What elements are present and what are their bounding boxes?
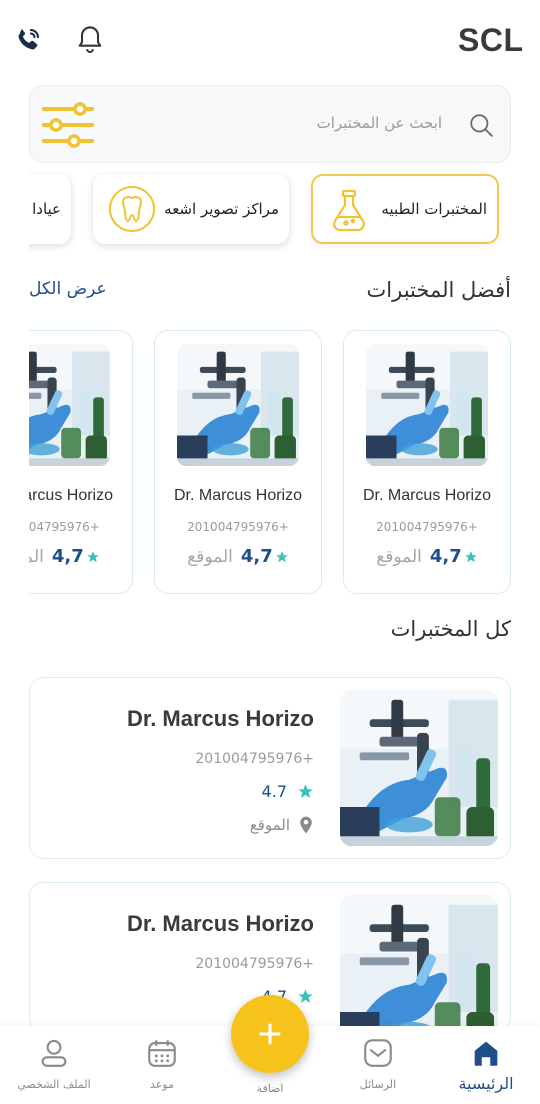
nav-label: الرئيسية <box>458 1074 514 1093</box>
rating-value: 4,7 <box>240 546 273 567</box>
lab-name: Dr. Marcus Horizo <box>126 706 314 731</box>
home-icon <box>474 1041 498 1066</box>
phone-icon[interactable] <box>12 22 44 58</box>
search-icon <box>468 112 494 138</box>
calendar-icon <box>148 1040 176 1067</box>
category-medical-labs[interactable]: المختبرات الطبيه <box>311 174 499 244</box>
lab-name: Dr. Marcus Horizo <box>29 487 114 504</box>
category-label: عيادا <box>32 200 61 218</box>
tooth-icon <box>108 185 156 233</box>
lab-location: الموقع <box>29 546 44 567</box>
user-icon <box>41 1039 67 1067</box>
lab-name: Dr. Marcus Horizo <box>362 487 492 504</box>
lab-name: Dr. Marcus Horizo <box>173 487 303 504</box>
top-labs-carousel[interactable]: Dr. Marcus Horizo 201004795976+ 4,7 المو… <box>29 330 511 596</box>
star-icon <box>86 550 99 562</box>
lab-phone: 201004795976+ <box>187 520 289 534</box>
nav-label: موعد <box>150 1078 174 1091</box>
category-label: المختبرات الطبيه <box>381 200 487 218</box>
nav-home[interactable]: الرئيسية <box>436 1036 536 1093</box>
lab-image <box>177 344 299 466</box>
lab-card[interactable]: Dr. Marcus Horizo 201004795976+ 4,7 المو… <box>343 330 511 594</box>
lab-rating: 4,7 <box>52 546 100 567</box>
lab-image <box>340 895 498 1032</box>
location-pin-icon <box>300 816 312 834</box>
lab-rating: 4,7 <box>430 546 478 567</box>
lab-card[interactable]: Dr. Marcus Horizo 201004795976+ 4,7 المو… <box>154 330 322 594</box>
add-button[interactable] <box>231 995 309 1073</box>
lab-card[interactable]: Dr. Marcus Horizo 201004795976+ 4,7 المو… <box>29 330 133 594</box>
nav-appointment[interactable]: موعد <box>112 1036 212 1091</box>
lab-image <box>340 690 498 846</box>
category-row: المختبرات الطبيه مراكز تصوير اشعه عيادا <box>29 172 511 252</box>
lab-phone: 201004795976+ <box>195 956 314 972</box>
app-title: SCL <box>458 22 524 58</box>
lab-location: الموقع <box>187 546 233 567</box>
plus-icon <box>259 1023 281 1045</box>
lab-location: الموقع <box>250 816 314 834</box>
lab-meta: 4,7 الموقع <box>344 546 510 567</box>
lab-phone: 201004795976+ <box>195 751 314 767</box>
lab-phone: 201004795976+ <box>29 520 100 534</box>
star-icon <box>298 989 313 1003</box>
nav-label: الملف الشخصي <box>17 1078 91 1091</box>
flask-icon <box>325 185 373 233</box>
filter-sliders-icon[interactable] <box>40 101 96 149</box>
section-title-top-labs: أفضل المختبرات <box>366 278 511 302</box>
nav-profile[interactable]: الملف الشخصي <box>4 1036 104 1091</box>
location-label: الموقع <box>249 816 290 834</box>
bell-icon[interactable] <box>74 22 106 58</box>
lab-meta: 4,7 الموقع <box>29 546 132 567</box>
rating-value: 4,7 <box>51 546 84 567</box>
lab-rating: 4.7 <box>262 782 314 801</box>
see-all-link[interactable]: عرض الكل <box>29 279 107 299</box>
lab-name: Dr. Marcus Horizo <box>126 911 314 936</box>
lab-location: الموقع <box>376 546 422 567</box>
category-clinics[interactable]: عيادا <box>29 174 71 244</box>
category-radiology-centers[interactable]: مراكز تصوير اشعه <box>93 174 289 244</box>
nav-label: الرسائل <box>359 1078 397 1091</box>
list-item[interactable]: Dr. Marcus Horizo 201004795976+ 4.7 المو… <box>29 677 511 859</box>
star-icon <box>298 784 313 798</box>
message-icon <box>364 1039 392 1067</box>
lab-image <box>366 344 488 466</box>
search-bar[interactable]: ابحث عن المختبرات <box>29 85 511 163</box>
star-icon <box>275 550 288 562</box>
search-input[interactable]: ابحث عن المختبرات <box>317 114 442 132</box>
category-label: مراكز تصوير اشعه <box>164 200 279 218</box>
section-title-all-labs: كل المختبرات <box>390 617 511 641</box>
rating-value: 4.7 <box>261 782 287 801</box>
lab-phone: 201004795976+ <box>376 520 478 534</box>
add-label: اضافة <box>256 1082 284 1095</box>
lab-image <box>29 344 110 466</box>
nav-messages[interactable]: الرسائل <box>328 1036 428 1091</box>
lab-rating: 4,7 <box>241 546 289 567</box>
lab-meta: 4,7 الموقع <box>155 546 321 567</box>
star-icon <box>464 550 477 562</box>
rating-value: 4,7 <box>429 546 462 567</box>
